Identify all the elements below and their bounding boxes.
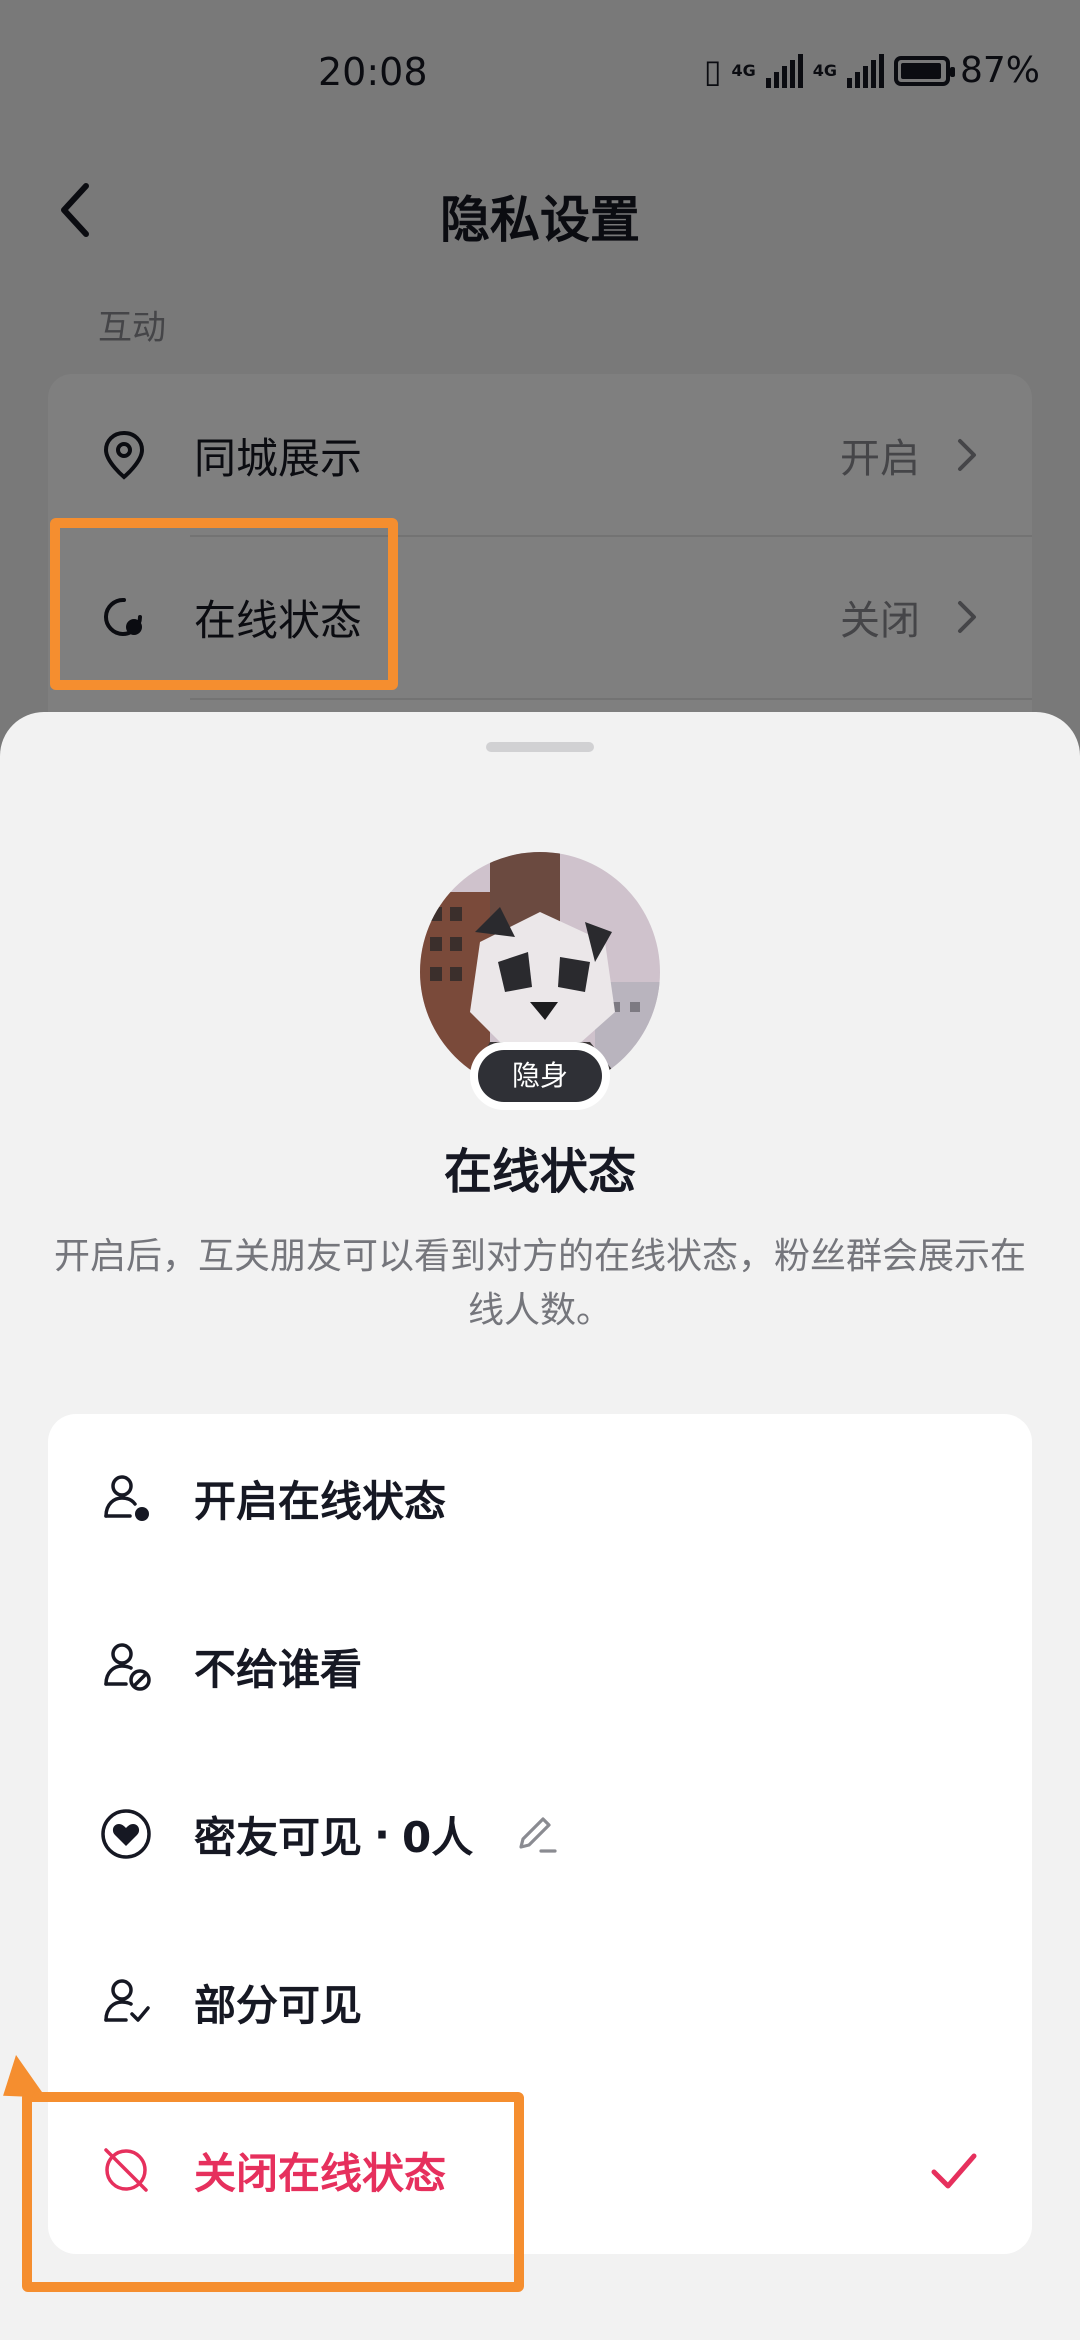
- edit-pencil-icon[interactable]: [511, 1809, 561, 1859]
- option-separator: ·: [374, 1809, 390, 1859]
- close-friends-count: 0人: [401, 1812, 474, 1862]
- option-hide-from[interactable]: 不给谁看: [48, 1582, 1032, 1750]
- checkmark-icon: [931, 2153, 977, 2189]
- option-label: 部分可见: [194, 1980, 363, 2030]
- option-label-group: 密友可见 · 0人: [194, 1804, 561, 1865]
- user-check-icon: [104, 1979, 150, 2022]
- heart-circle-icon: [101, 1809, 151, 1859]
- option-close-friends[interactable]: 密友可见 · 0人: [48, 1750, 1032, 1918]
- sheet-drag-handle[interactable]: [486, 742, 594, 752]
- user-online-icon: [104, 1475, 149, 1521]
- highlight-box: [22, 2092, 524, 2292]
- highlight-box: [50, 518, 398, 690]
- sheet-description: 开启后，互关朋友可以看到对方的在线状态，粉丝群会展示在线人数。: [53, 1236, 1026, 1331]
- sheet-title: 在线状态: [443, 1144, 636, 1200]
- option-partial-visible[interactable]: 部分可见: [48, 1918, 1032, 2086]
- badge-text: 隐身: [478, 1050, 602, 1102]
- option-enable-online[interactable]: 开启在线状态: [48, 1414, 1032, 1582]
- option-label: 开启在线状态: [194, 1476, 447, 1526]
- option-label: 不给谁看: [194, 1644, 363, 1694]
- invisible-badge: 隐身: [470, 1042, 610, 1110]
- user-block-icon: [104, 1643, 151, 1691]
- option-label: 密友可见: [194, 1812, 363, 1862]
